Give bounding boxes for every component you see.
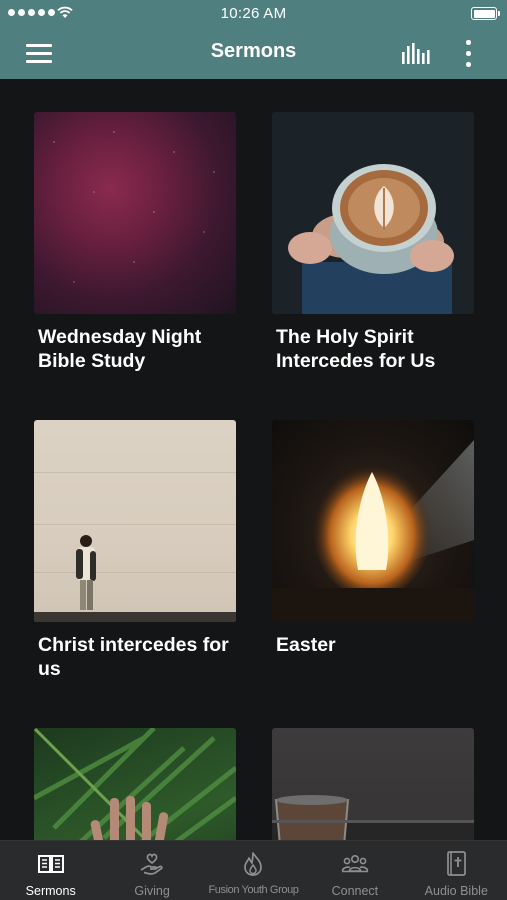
battery-icon (471, 7, 500, 20)
book-open-icon (37, 855, 64, 873)
status-bar: 10:26 AM (0, 0, 507, 28)
tab-label: Audio Bible (424, 884, 488, 898)
sermon-card[interactable] (272, 728, 474, 840)
sermon-thumbnail (272, 420, 474, 622)
sermon-thumbnail (272, 728, 474, 840)
sermon-title: Christ intercedes for us (38, 634, 229, 680)
app-bar: Sermons (0, 28, 507, 79)
tab-connect[interactable]: Connect (304, 841, 405, 900)
audio-levels-button[interactable] (396, 40, 434, 68)
tab-label: Connect (331, 884, 379, 898)
sermon-thumbnail (272, 112, 474, 314)
sermon-grid: Wednesday Night Bible Study The Holy Spi… (0, 79, 507, 840)
hand-heart-icon (140, 853, 163, 875)
tab-sermons[interactable]: Sermons (0, 841, 101, 900)
sermon-card[interactable]: Wednesday Night Bible Study (34, 112, 236, 373)
sermon-thumbnail (34, 728, 236, 840)
sermon-title: Wednesday Night Bible Study (38, 326, 202, 372)
sermon-card[interactable]: The Holy Spirit Intercedes for Us (272, 112, 474, 373)
tab-fusion-youth-group[interactable]: Fusion Youth Group (203, 841, 304, 900)
sermon-card[interactable] (34, 728, 236, 840)
flame-icon (244, 852, 263, 876)
tab-bar: Sermons Giving Fusion Youth Group Connec… (0, 840, 507, 900)
tab-audio-bible[interactable]: Audio Bible (406, 841, 507, 900)
tab-label: Giving (134, 884, 170, 898)
people-icon (341, 855, 369, 873)
sermon-thumbnail (34, 112, 236, 314)
sermon-title: Easter (276, 634, 336, 656)
tab-giving[interactable]: Giving (101, 841, 202, 900)
sermon-thumbnail (34, 420, 236, 622)
bible-cross-icon (447, 851, 467, 876)
sermon-card[interactable]: Christ intercedes for us (34, 420, 236, 681)
tab-label: Fusion Youth Group (208, 884, 299, 896)
sermon-title: The Holy Spirit Intercedes for Us (276, 326, 436, 372)
more-options-button[interactable] (456, 38, 480, 70)
tab-label: Sermons (25, 884, 76, 898)
status-time: 10:26 AM (220, 5, 287, 22)
sermon-card[interactable]: Easter (272, 420, 474, 657)
